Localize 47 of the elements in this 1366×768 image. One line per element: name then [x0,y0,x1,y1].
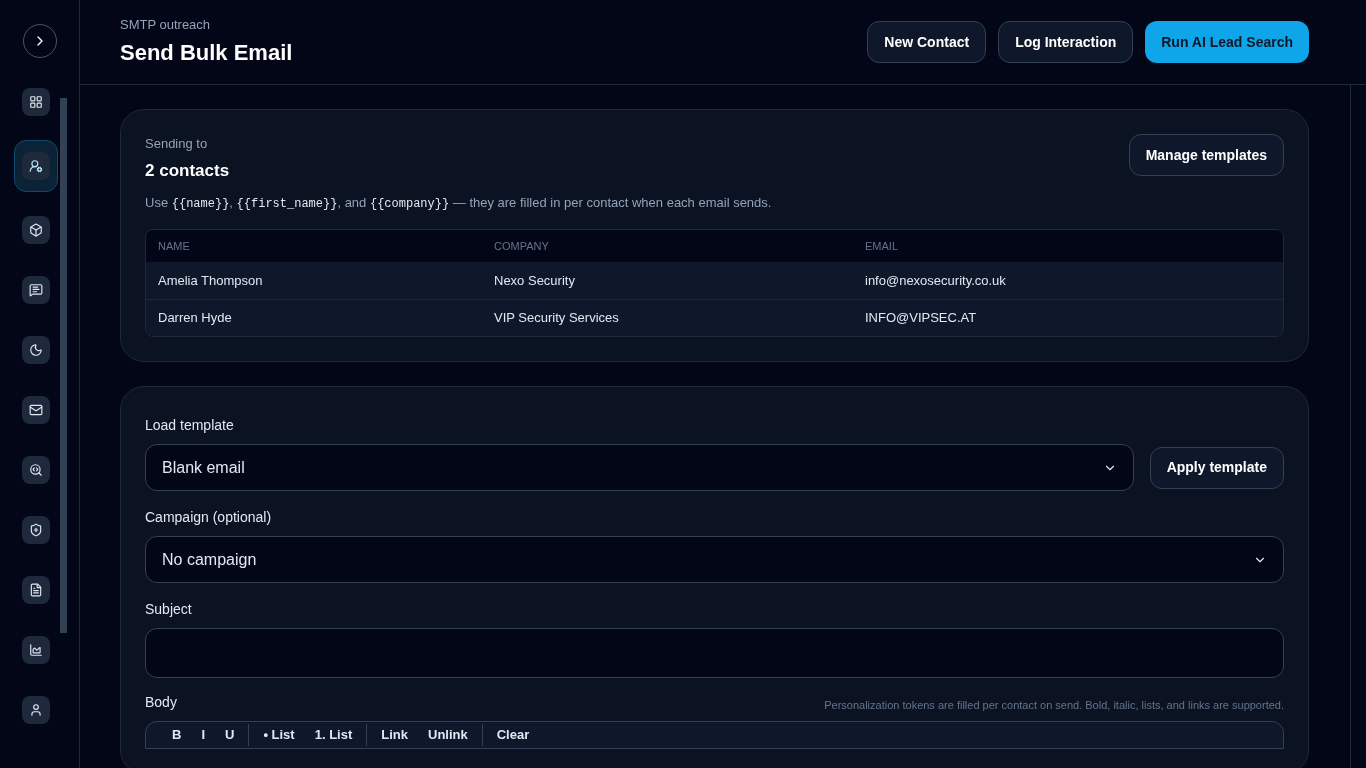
header-button[interactable]: Log Interaction [998,21,1134,63]
cube-icon [28,223,43,237]
toolbar-button[interactable]: Link [373,724,416,746]
contact-count: 2 contacts [145,159,230,182]
shield-icon [28,523,43,537]
column-header: COMPANY [494,238,550,254]
template-select[interactable]: Blank email [145,444,1134,491]
column-header: NAME [158,238,191,254]
field-label: Subject [145,600,193,619]
search-icon [28,463,43,477]
toolbar-button[interactable]: Unlink [420,724,476,746]
message-icon [28,283,43,297]
page-title: Send Bulk Email [120,39,293,68]
table-cell-text: Amelia Thompson [158,271,264,290]
toolbar-button[interactable]: • List [255,724,303,746]
column-header: EMAIL [865,238,899,254]
toolbar-button[interactable]: U [217,724,243,746]
sending-label: Sending to [145,135,209,153]
field-label: Load template [145,416,235,435]
nav-item[interactable] [13,140,58,192]
document-icon [28,583,43,597]
table-cell-text: Nexo Security [494,271,576,290]
crescent-icon [28,343,43,357]
user-icon [28,703,43,717]
grid-icon [28,95,43,109]
table-cell-text: info@nexosecurity.co.uk [865,271,1007,290]
subject-field[interactable] [145,628,1284,678]
toolbar-button[interactable]: I [193,724,213,746]
toolbar-button[interactable]: Clear [488,724,538,746]
header-button[interactable]: New Contact [867,21,987,63]
campaign-select[interactable]: No campaign [145,536,1284,583]
body-hint: Personalization tokens are filled per contact on send. Bold, italic, lists, and links are supported. [824,697,1284,713]
contacts-icon [28,159,43,173]
table-cell-text: Darren Hyde [158,309,233,328]
table-cell-text: VIP Security Services [494,309,620,328]
field-label: Body [145,693,177,712]
chart-icon [28,643,43,657]
table-cell-text: INFO@VIPSEC.AT [865,309,978,328]
field-label: Campaign (optional) [145,508,273,527]
mail-icon [28,403,43,417]
header-button[interactable]: Run AI Lead Search [1145,21,1309,63]
toolbar-button[interactable]: B [164,724,190,746]
apply-template-button[interactable]: Apply template [1149,446,1284,489]
token-hint: Use {{name}}, {{first_name}}, and {{company}} — they are filled in per contact when each email sends. [145,194,773,213]
manage-templates-button[interactable]: Manage templates [1128,134,1284,176]
page-eyebrow: SMTP outreach [120,15,212,34]
toolbar-button[interactable]: 1. List [306,724,361,746]
